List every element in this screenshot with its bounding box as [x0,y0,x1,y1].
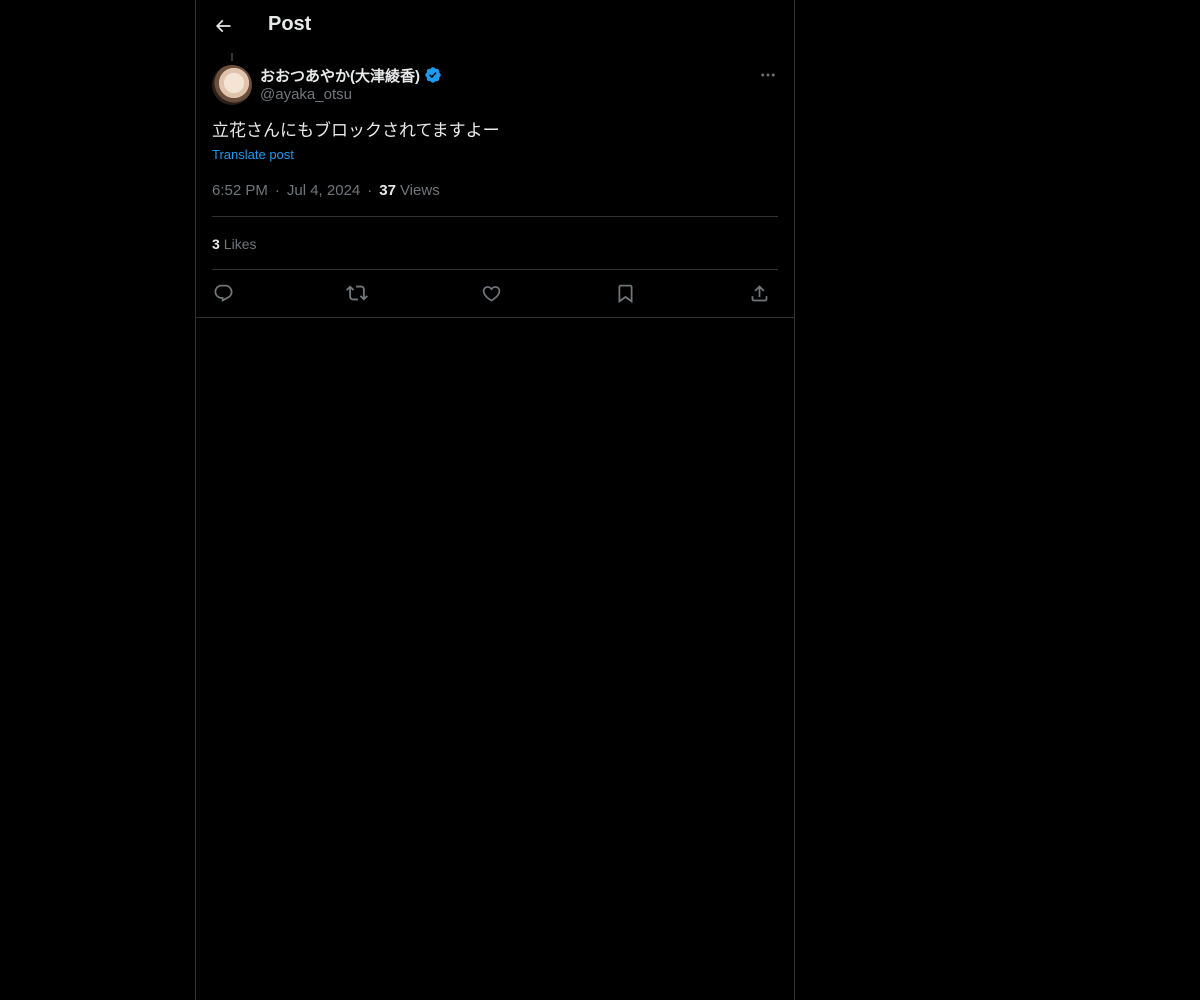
views-label: Views [399,182,440,199]
reply-icon [213,283,234,304]
reply-button[interactable] [208,278,238,308]
thread-connector-line [231,53,233,61]
meta-separator: · [274,182,280,199]
share-button[interactable] [744,278,774,308]
share-icon [749,283,770,304]
more-horizontal-icon [759,66,777,84]
arrow-left-icon [213,16,233,36]
heart-icon [481,283,502,304]
likes-count: 3 [212,236,220,252]
bookmark-icon [615,283,636,304]
post-text: 立花さんにもブロックされてますよー [212,121,500,140]
more-options-button[interactable] [756,64,780,86]
repost-button[interactable] [342,278,372,308]
like-button[interactable] [476,278,506,308]
divider [212,216,778,217]
back-button[interactable] [206,9,240,43]
avatar[interactable] [212,65,252,105]
post-actions-bar [212,278,778,308]
page-title: Post [268,13,312,35]
likes-label: Likes [223,236,257,252]
author-name-row: おおつあやか(大津綾香) [260,64,442,86]
likes-link[interactable]: 3 Likes [212,234,256,254]
bookmark-button[interactable] [610,278,640,308]
page-header: Post [196,0,794,53]
primary-column: Post おおつあやか(大津綾香) @ayaka_otsu 立花さんにもブロック… [195,0,795,1000]
views-count: 37 [379,182,396,199]
post-bottom-border [196,317,794,318]
post-date[interactable]: Jul 4, 2024 [287,181,360,201]
author-display-name[interactable]: おおつあやか(大津綾香) [260,65,420,86]
repost-icon [346,282,368,304]
divider [212,269,778,270]
post-meta: 6:52 PM · Jul 4, 2024 · 37 Views [212,181,440,201]
translate-post-link[interactable]: Translate post [212,146,294,164]
post-time[interactable]: 6:52 PM [212,181,268,201]
author-handle[interactable]: @ayaka_otsu [260,86,352,103]
meta-separator: · [367,182,373,199]
verified-badge-icon [424,66,442,84]
